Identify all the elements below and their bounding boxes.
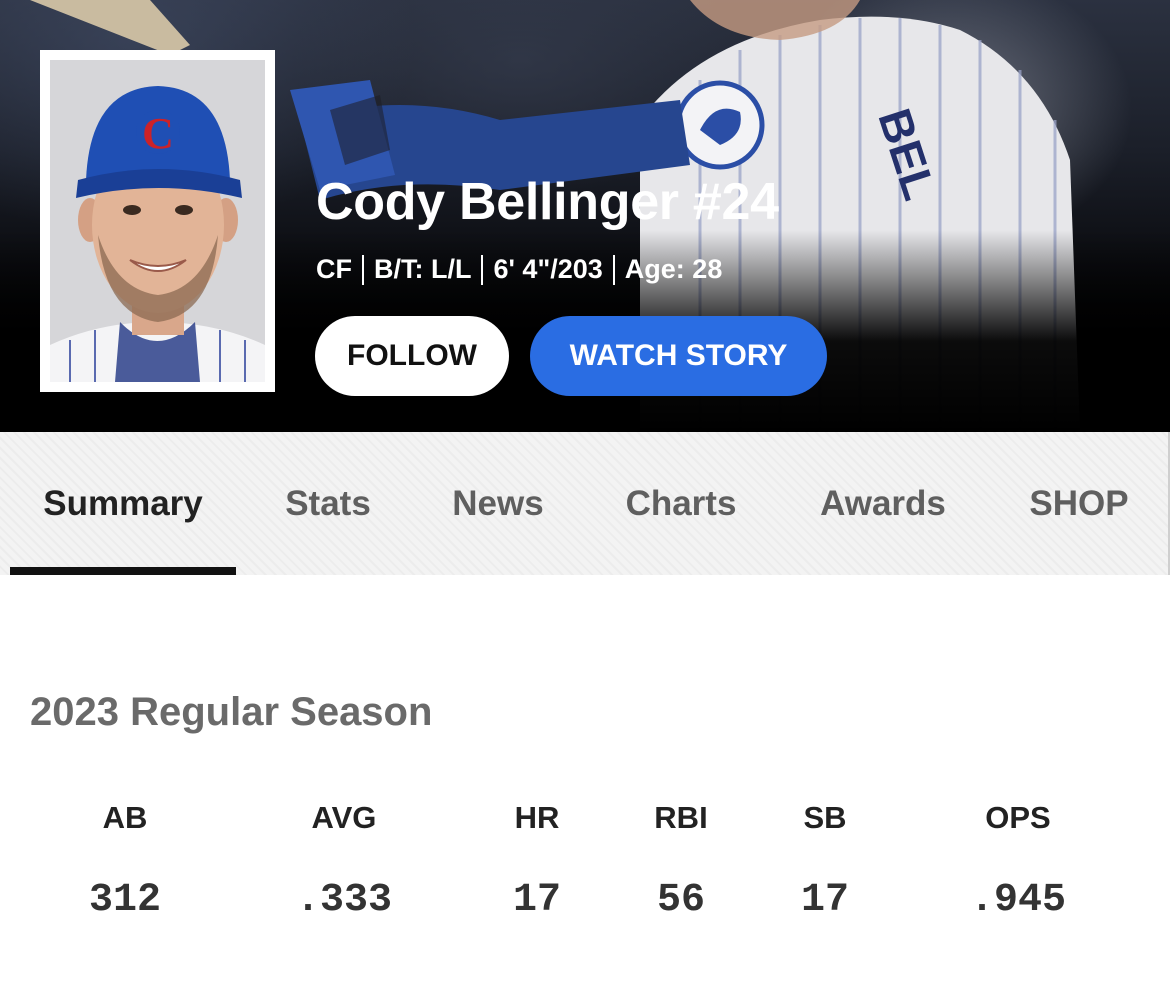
player-name: Cody Bellinger #24 (316, 173, 779, 231)
tab-summary[interactable]: Summary (10, 432, 236, 575)
bio-divider (481, 254, 484, 285)
player-bats-throws: B/T: L/L (374, 254, 472, 284)
tab-shop[interactable]: SHOP (1000, 432, 1158, 575)
season-title: 2023 Regular Season (30, 690, 433, 734)
stat-label-ab: AB (102, 800, 148, 835)
bio-divider (362, 254, 364, 285)
player-age: Age: 28 (624, 254, 723, 284)
tab-stats[interactable]: Stats (250, 432, 406, 575)
svg-text:C: C (142, 109, 174, 158)
player-hero-banner: BEL C Cody Bellinger #24 CF B/T: L/L 6' … (0, 0, 1170, 432)
player-headshot-frame: C (40, 50, 275, 392)
stat-value-ab: 312 (88, 878, 161, 923)
stat-label-ops: OPS (985, 800, 1051, 835)
watch-story-button[interactable]: WATCH STORY (530, 316, 827, 396)
player-height-weight: 6' 4"/203 (493, 254, 603, 284)
stat-value-ops: .945 (969, 878, 1066, 923)
player-headshot: C (50, 60, 265, 382)
bio-divider (612, 254, 615, 285)
tab-charts[interactable]: Charts (596, 432, 766, 575)
player-tab-bar: Summary Stats News Charts Awards SHOP (0, 432, 1170, 575)
player-position: CF (316, 254, 352, 284)
stat-label-sb: SB (803, 800, 847, 835)
tab-news[interactable]: News (420, 432, 576, 575)
active-tab-indicator (10, 567, 236, 575)
follow-button[interactable]: FOLLOW (315, 316, 509, 396)
tab-awards[interactable]: Awards (790, 432, 976, 575)
stat-label-avg: AVG (311, 800, 377, 835)
player-bio-line: CF B/T: L/L 6' 4"/203 Age: 28 (316, 254, 722, 285)
